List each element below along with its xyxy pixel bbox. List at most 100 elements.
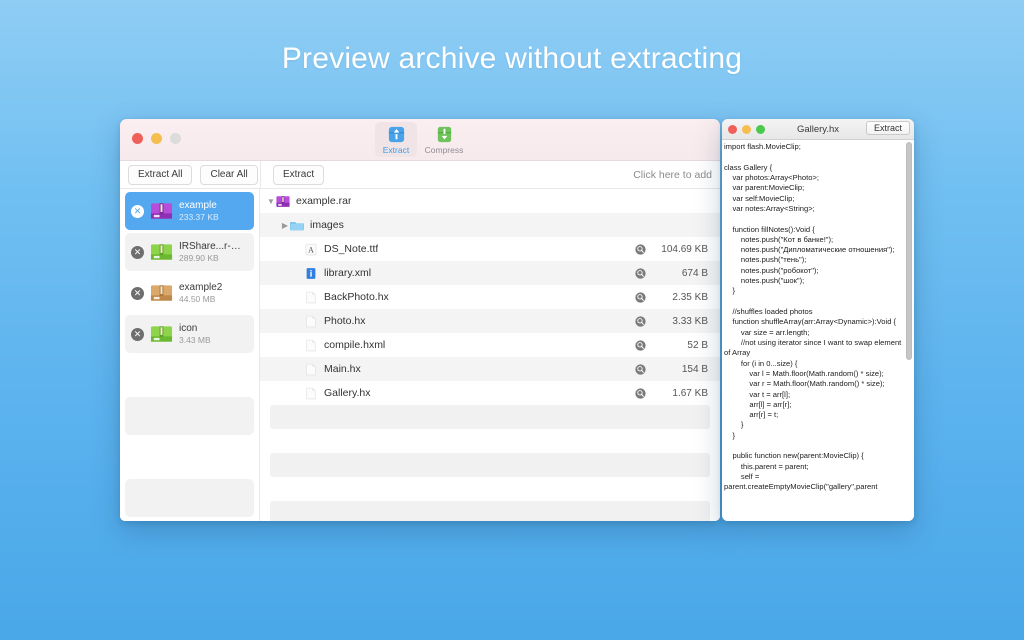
remove-archive-icon[interactable]: ✕	[131, 327, 144, 341]
zip-archive-icon	[150, 244, 173, 260]
file-list-empty-row	[260, 429, 720, 453]
text-file-icon	[306, 291, 316, 303]
extract-all-button[interactable]: Extract All	[128, 164, 193, 185]
sidebar-item-size: 289.90 KB	[179, 253, 219, 263]
file-size: 154 B	[681, 363, 708, 375]
file-name: Photo.hx	[324, 315, 366, 327]
file-list-empty-row	[270, 405, 710, 429]
svg-text:A: A	[308, 245, 314, 254]
rar-archive-icon	[150, 203, 173, 219]
file-size: 674 B	[681, 267, 708, 279]
row-spacer	[635, 196, 646, 207]
sidebar-item-name: IRShare...r-master	[179, 241, 248, 252]
font-file-icon: A	[305, 243, 317, 255]
chevron-down-icon[interactable]: ▼	[266, 197, 276, 206]
main-window: Extract Compress Extract All Clear All E…	[120, 119, 720, 521]
file-row[interactable]: Photo.hx 3.33 KB	[260, 309, 720, 333]
sidebar-empty-row	[125, 479, 254, 517]
folder-icon	[290, 221, 304, 230]
sidebar-archive-item[interactable]: ✕ icon 3.43 MB	[125, 315, 254, 353]
close-button-icon[interactable]	[132, 133, 143, 144]
zip-archive-icon	[150, 326, 173, 342]
remove-archive-icon[interactable]: ✕	[131, 204, 144, 218]
file-size: 2.35 KB	[672, 291, 708, 303]
action-bar-right: Extract Click here to add	[260, 161, 720, 188]
file-name: compile.hxml	[324, 339, 386, 351]
file-size: 104.69 KB	[661, 243, 708, 255]
sidebar-item-name: example2	[179, 282, 223, 293]
file-name: example.rar	[296, 195, 352, 207]
sidebar-item-name: example	[179, 200, 217, 211]
file-row[interactable]: ▶ images	[260, 213, 720, 237]
tar-archive-icon	[150, 285, 173, 301]
sidebar-archive-item[interactable]: ✕ example2 44.50 MB	[125, 274, 254, 312]
toolbar-extract-label: Extract	[382, 145, 410, 155]
sidebar-item-text: icon 3.43 MB	[179, 323, 211, 345]
file-name: Main.hx	[324, 363, 361, 375]
compress-icon	[437, 126, 451, 143]
sidebar-item-size: 3.43 MB	[179, 335, 211, 345]
preview-code-area[interactable]: import flash.MovieClip; class Gallery { …	[722, 140, 914, 521]
archive-sidebar[interactable]: ✕ example233.37 KB ✕ IRShare...r-master289.…	[120, 189, 260, 521]
traffic-lights	[132, 133, 181, 144]
file-row[interactable]: library.xml 674 B	[260, 261, 720, 285]
xml-file-icon	[306, 267, 316, 279]
rar-archive-icon	[276, 195, 290, 207]
file-row[interactable]: Gallery.hx 1.67 KB	[260, 381, 720, 405]
toolbar-compress-button[interactable]: Compress	[423, 122, 465, 157]
main-toolbar: Extract Compress	[375, 122, 465, 158]
toolbar-compress-label: Compress	[424, 145, 464, 155]
text-file-icon	[306, 339, 316, 351]
file-name: Gallery.hx	[324, 387, 371, 399]
preview-magnifier-icon[interactable]	[635, 291, 646, 303]
preview-magnifier-icon[interactable]	[635, 339, 646, 351]
extract-icon	[388, 126, 404, 143]
archive-file-list[interactable]: ▼ example.rar ▶ images A DS_Note.ttf 104.69 KB…	[260, 189, 720, 521]
sidebar-empty-row	[125, 397, 254, 435]
preview-magnifier-icon[interactable]	[635, 363, 646, 375]
add-archive-hint[interactable]: Click here to add	[633, 169, 712, 181]
action-bar-left: Extract All Clear All	[120, 164, 260, 185]
text-file-icon	[306, 387, 316, 399]
clear-all-button[interactable]: Clear All	[200, 164, 258, 185]
sidebar-archive-item[interactable]: ✕ example 233.37 KB	[125, 192, 254, 230]
text-file-icon	[306, 363, 316, 375]
file-row[interactable]: A DS_Note.ttf 104.69 KB	[260, 237, 720, 261]
preview-magnifier-icon[interactable]	[635, 387, 646, 399]
preview-magnifier-icon[interactable]	[635, 243, 646, 255]
preview-magnifier-icon[interactable]	[635, 267, 646, 279]
preview-scrollbar-thumb[interactable]	[906, 142, 912, 360]
row-spacer	[635, 220, 646, 231]
extract-button[interactable]: Extract	[273, 164, 325, 185]
file-list-empty-row	[270, 501, 710, 521]
preview-window: Gallery.hx Extract import flash.MovieCli…	[722, 119, 914, 521]
preview-code-text: import flash.MovieClip; class Gallery { …	[724, 142, 902, 492]
sidebar-item-text: IRShare...r-master289.90 KB	[179, 241, 248, 263]
main-window-titlebar: Extract Compress	[120, 119, 720, 161]
action-bar: Extract All Clear All Extract Click here…	[120, 161, 720, 189]
file-list-empty-row	[260, 477, 720, 501]
chevron-right-icon[interactable]: ▶	[280, 221, 290, 230]
sidebar-item-size: 44.50 MB	[179, 294, 216, 304]
file-name: BackPhoto.hx	[324, 291, 389, 303]
page-title: Preview archive without extracting	[281, 42, 743, 75]
zoom-button-icon	[170, 133, 181, 144]
sidebar-archive-item[interactable]: ✕ IRShare...r-master289.90 KB	[125, 233, 254, 271]
file-row[interactable]: ▼ example.rar	[260, 189, 720, 213]
file-size: 1.67 KB	[672, 387, 708, 399]
file-row[interactable]: BackPhoto.hx 2.35 KB	[260, 285, 720, 309]
preview-magnifier-icon[interactable]	[635, 315, 646, 327]
preview-extract-button[interactable]: Extract	[865, 121, 910, 135]
remove-archive-icon[interactable]: ✕	[131, 286, 144, 300]
minimize-button-icon[interactable]	[151, 133, 162, 144]
text-file-icon	[306, 315, 316, 327]
file-size: 3.33 KB	[672, 315, 708, 327]
main-content: ✕ example233.37 KB ✕ IRShare...r-master289.…	[120, 189, 720, 521]
remove-archive-icon[interactable]: ✕	[131, 245, 144, 259]
toolbar-extract-button[interactable]: Extract	[375, 122, 417, 158]
file-row[interactable]: Main.hx 154 B	[260, 357, 720, 381]
sidebar-item-text: example 233.37 KB	[179, 200, 219, 222]
file-name: DS_Note.ttf	[324, 243, 379, 255]
file-row[interactable]: compile.hxml 52 B	[260, 333, 720, 357]
sidebar-item-size: 233.37 KB	[179, 212, 219, 222]
